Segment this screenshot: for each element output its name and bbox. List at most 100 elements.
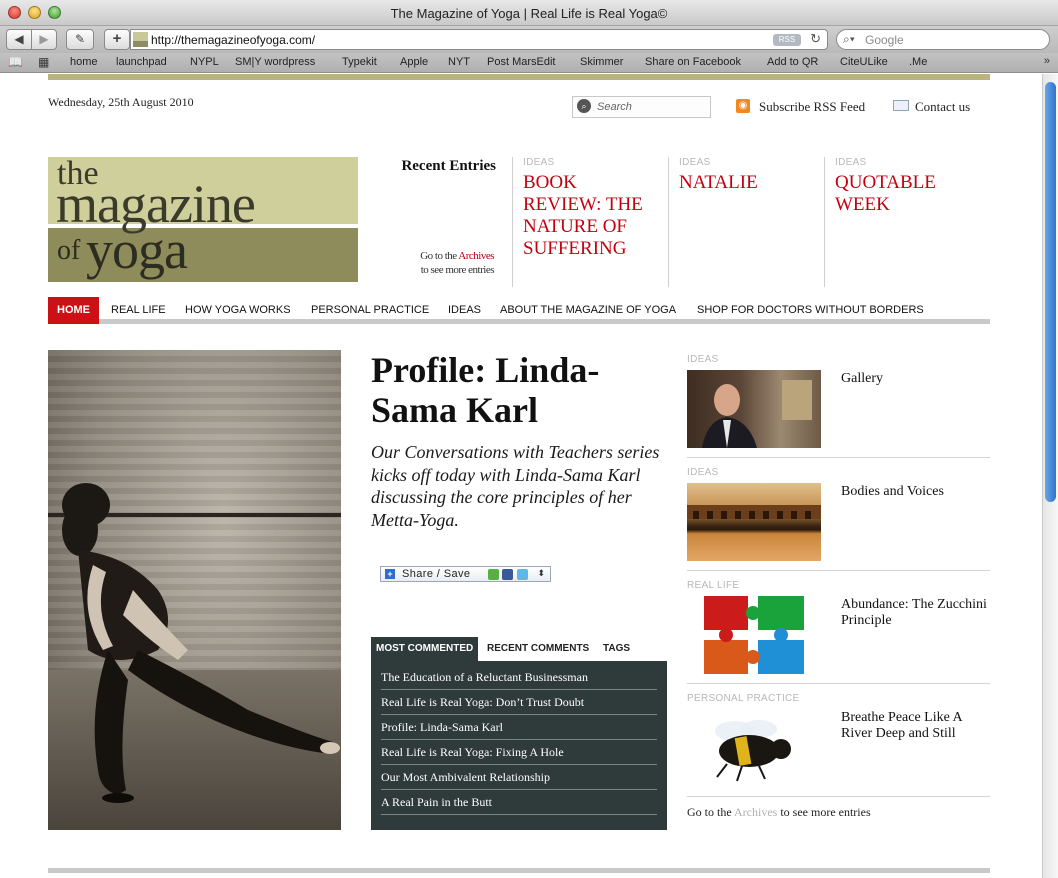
sidebar-thumbnail[interactable]: [687, 596, 821, 674]
speaker-photo: [702, 380, 812, 448]
bookmark-item[interactable]: NYPL: [190, 56, 219, 68]
sidebar-divider: [687, 796, 990, 797]
archives-suffix: to see more entries: [777, 805, 871, 819]
bookmark-item[interactable]: launchpad: [116, 56, 167, 68]
sidebar-thumbnail[interactable]: [687, 483, 821, 561]
entry-category: IDEAS: [523, 157, 555, 168]
browser-search-field[interactable]: ⌕▾ Google: [836, 29, 1050, 50]
recent-entry[interactable]: IDEAS QUOTABLE WEEK: [824, 157, 969, 287]
sidebar-item-title[interactable]: Gallery: [841, 371, 991, 387]
grid-icon[interactable]: ▦: [38, 55, 49, 69]
envelope-icon[interactable]: [893, 100, 909, 111]
share-label: Share / Save: [402, 568, 471, 580]
top-rule: [48, 74, 990, 80]
puzzle-icon: [704, 596, 804, 674]
nav-personal-practice[interactable]: PERSONAL PRACTICE: [311, 297, 429, 324]
evernote-button[interactable]: ✎: [66, 29, 94, 50]
article-hero-image[interactable]: [48, 350, 341, 830]
list-item[interactable]: Our Most Ambivalent Relationship: [381, 765, 657, 790]
nav-home[interactable]: HOME: [48, 297, 99, 324]
main-nav: HOME REAL LIFE HOW YOGA WORKS PERSONAL P…: [48, 297, 990, 324]
sidebar-divider: [687, 570, 990, 571]
scrollbar-thumb[interactable]: [1045, 82, 1056, 502]
rss-icon[interactable]: ◉: [736, 99, 750, 113]
article-title[interactable]: Profile: Linda-Sama Karl: [371, 350, 661, 430]
bookmark-item[interactable]: .Me: [909, 56, 927, 68]
bookmark-item[interactable]: Skimmer: [580, 56, 623, 68]
list-item[interactable]: A Real Pain in the Butt: [381, 790, 657, 815]
browser-search-placeholder: Google: [865, 33, 904, 47]
search-icon: ⌕: [577, 99, 591, 113]
web-page: Wednesday, 25th August 2010 ⌕ Search ◉ S…: [0, 74, 1042, 878]
nav-how-yoga-works[interactable]: HOW YOGA WORKS: [185, 297, 291, 324]
bookmark-item[interactable]: Share on Facebook: [645, 56, 741, 68]
entry-title[interactable]: NATALIE: [679, 172, 813, 194]
vertical-scrollbar[interactable]: [1042, 74, 1058, 878]
sidebar-thumbnail[interactable]: [687, 709, 821, 787]
nav-real-life[interactable]: REAL LIFE: [111, 297, 166, 324]
bookmarks-bar: 📖 ▦ home launchpad NYPL SM|Y wordpress T…: [0, 53, 1058, 73]
bookmark-item[interactable]: NYT: [448, 56, 470, 68]
address-bar[interactable]: http://themagazineofyoga.com/ RSS ↻: [130, 29, 828, 50]
contact-link[interactable]: Contact us: [915, 99, 970, 115]
site-search-placeholder: Search: [597, 101, 632, 113]
nav-ideas[interactable]: IDEAS: [448, 297, 481, 324]
dancer-figure: [62, 483, 340, 803]
twitter-icon: [517, 569, 528, 580]
bookmark-item[interactable]: SM|Y wordpress: [235, 56, 315, 68]
list-item[interactable]: The Education of a Reluctant Businessman: [381, 665, 657, 690]
more-bookmarks-icon[interactable]: »: [1044, 55, 1050, 67]
sidebar-item-title[interactable]: Bodies and Voices: [841, 484, 991, 500]
logo-word-of: of: [57, 235, 81, 266]
add-bookmark-button[interactable]: +: [104, 29, 130, 50]
sidebar-item-title[interactable]: Breathe Peace Like A River Deep and Stil…: [841, 710, 991, 742]
sidebar-divider: [687, 683, 990, 684]
plus-icon: +: [112, 30, 122, 47]
sidebar-archives-note: Go to the Archives to see more entries: [687, 805, 871, 820]
share-save-button[interactable]: + Share / Save ⬍: [380, 566, 551, 582]
bookmark-item[interactable]: Typekit: [342, 56, 377, 68]
nav-shop[interactable]: SHOP FOR DOCTORS WITHOUT BORDERS: [697, 297, 924, 324]
tab-most-commented[interactable]: MOST COMMENTED: [371, 637, 479, 661]
archives-link[interactable]: Archives: [734, 805, 777, 819]
sidebar-thumbnail[interactable]: [687, 370, 821, 448]
entry-title[interactable]: BOOK REVIEW: THE NATURE OF SUFFERING: [523, 172, 657, 260]
archives-prefix: Go to the: [687, 805, 734, 819]
list-item[interactable]: Real Life is Real Yoga: Don’t Trust Doub…: [381, 690, 657, 715]
current-date: Wednesday, 25th August 2010: [48, 95, 194, 109]
article-dek: Our Conversations with Teachers series k…: [371, 442, 660, 530]
archives-link[interactable]: Archives: [458, 250, 494, 262]
forward-button[interactable]: ▶: [31, 29, 57, 50]
site-logo[interactable]: the magazine of yoga: [48, 157, 358, 282]
bookmark-item[interactable]: CiteULike: [840, 56, 888, 68]
facebook-icon: [502, 569, 513, 580]
subscribe-rss-link[interactable]: Subscribe RSS Feed: [759, 99, 865, 115]
sidebar-item-title[interactable]: Abundance: The Zucchini Principle: [841, 597, 991, 629]
back-button[interactable]: ◀: [6, 29, 32, 50]
list-item[interactable]: Real Life is Real Yoga: Fixing A Hole: [381, 740, 657, 765]
recent-archives-note: Go to the Archives to see more entries: [388, 249, 494, 277]
bookmark-item[interactable]: Add to QR: [767, 56, 818, 68]
reload-icon[interactable]: ↻: [810, 31, 821, 47]
entry-title[interactable]: QUOTABLE WEEK: [835, 172, 969, 216]
site-search-input[interactable]: ⌕ Search: [572, 96, 711, 118]
nav-about[interactable]: ABOUT THE MAGAZINE OF YOGA: [500, 297, 676, 324]
entry-category: IDEAS: [835, 157, 867, 168]
recent-entries-heading: Recent Entries: [401, 158, 496, 174]
tab-recent-comments[interactable]: RECENT COMMENTS: [487, 637, 589, 661]
elephant-icon: ✎: [74, 32, 86, 46]
rss-badge[interactable]: RSS: [773, 34, 801, 46]
bookmark-item[interactable]: Post MarsEdit: [487, 56, 555, 68]
book-icon[interactable]: 📖: [8, 55, 23, 69]
bookmark-item[interactable]: home: [70, 56, 98, 68]
browser-toolbar: ◀ ▶ ✎ + http://themagazineofyoga.com/ RS…: [0, 26, 1058, 53]
tab-tags[interactable]: TAGS: [603, 637, 630, 661]
recent-entry[interactable]: IDEAS NATALIE: [668, 157, 813, 287]
sidebar-divider: [687, 457, 990, 458]
bookmark-item[interactable]: Apple: [400, 56, 428, 68]
window-title: The Magazine of Yoga | Real Life is Real…: [390, 6, 668, 21]
list-item[interactable]: Profile: Linda-Sama Karl: [381, 715, 657, 740]
bumblebee-icon: [715, 720, 791, 782]
plus-icon: +: [385, 569, 395, 579]
recent-entry[interactable]: IDEAS BOOK REVIEW: THE NATURE OF SUFFERI…: [512, 157, 657, 287]
